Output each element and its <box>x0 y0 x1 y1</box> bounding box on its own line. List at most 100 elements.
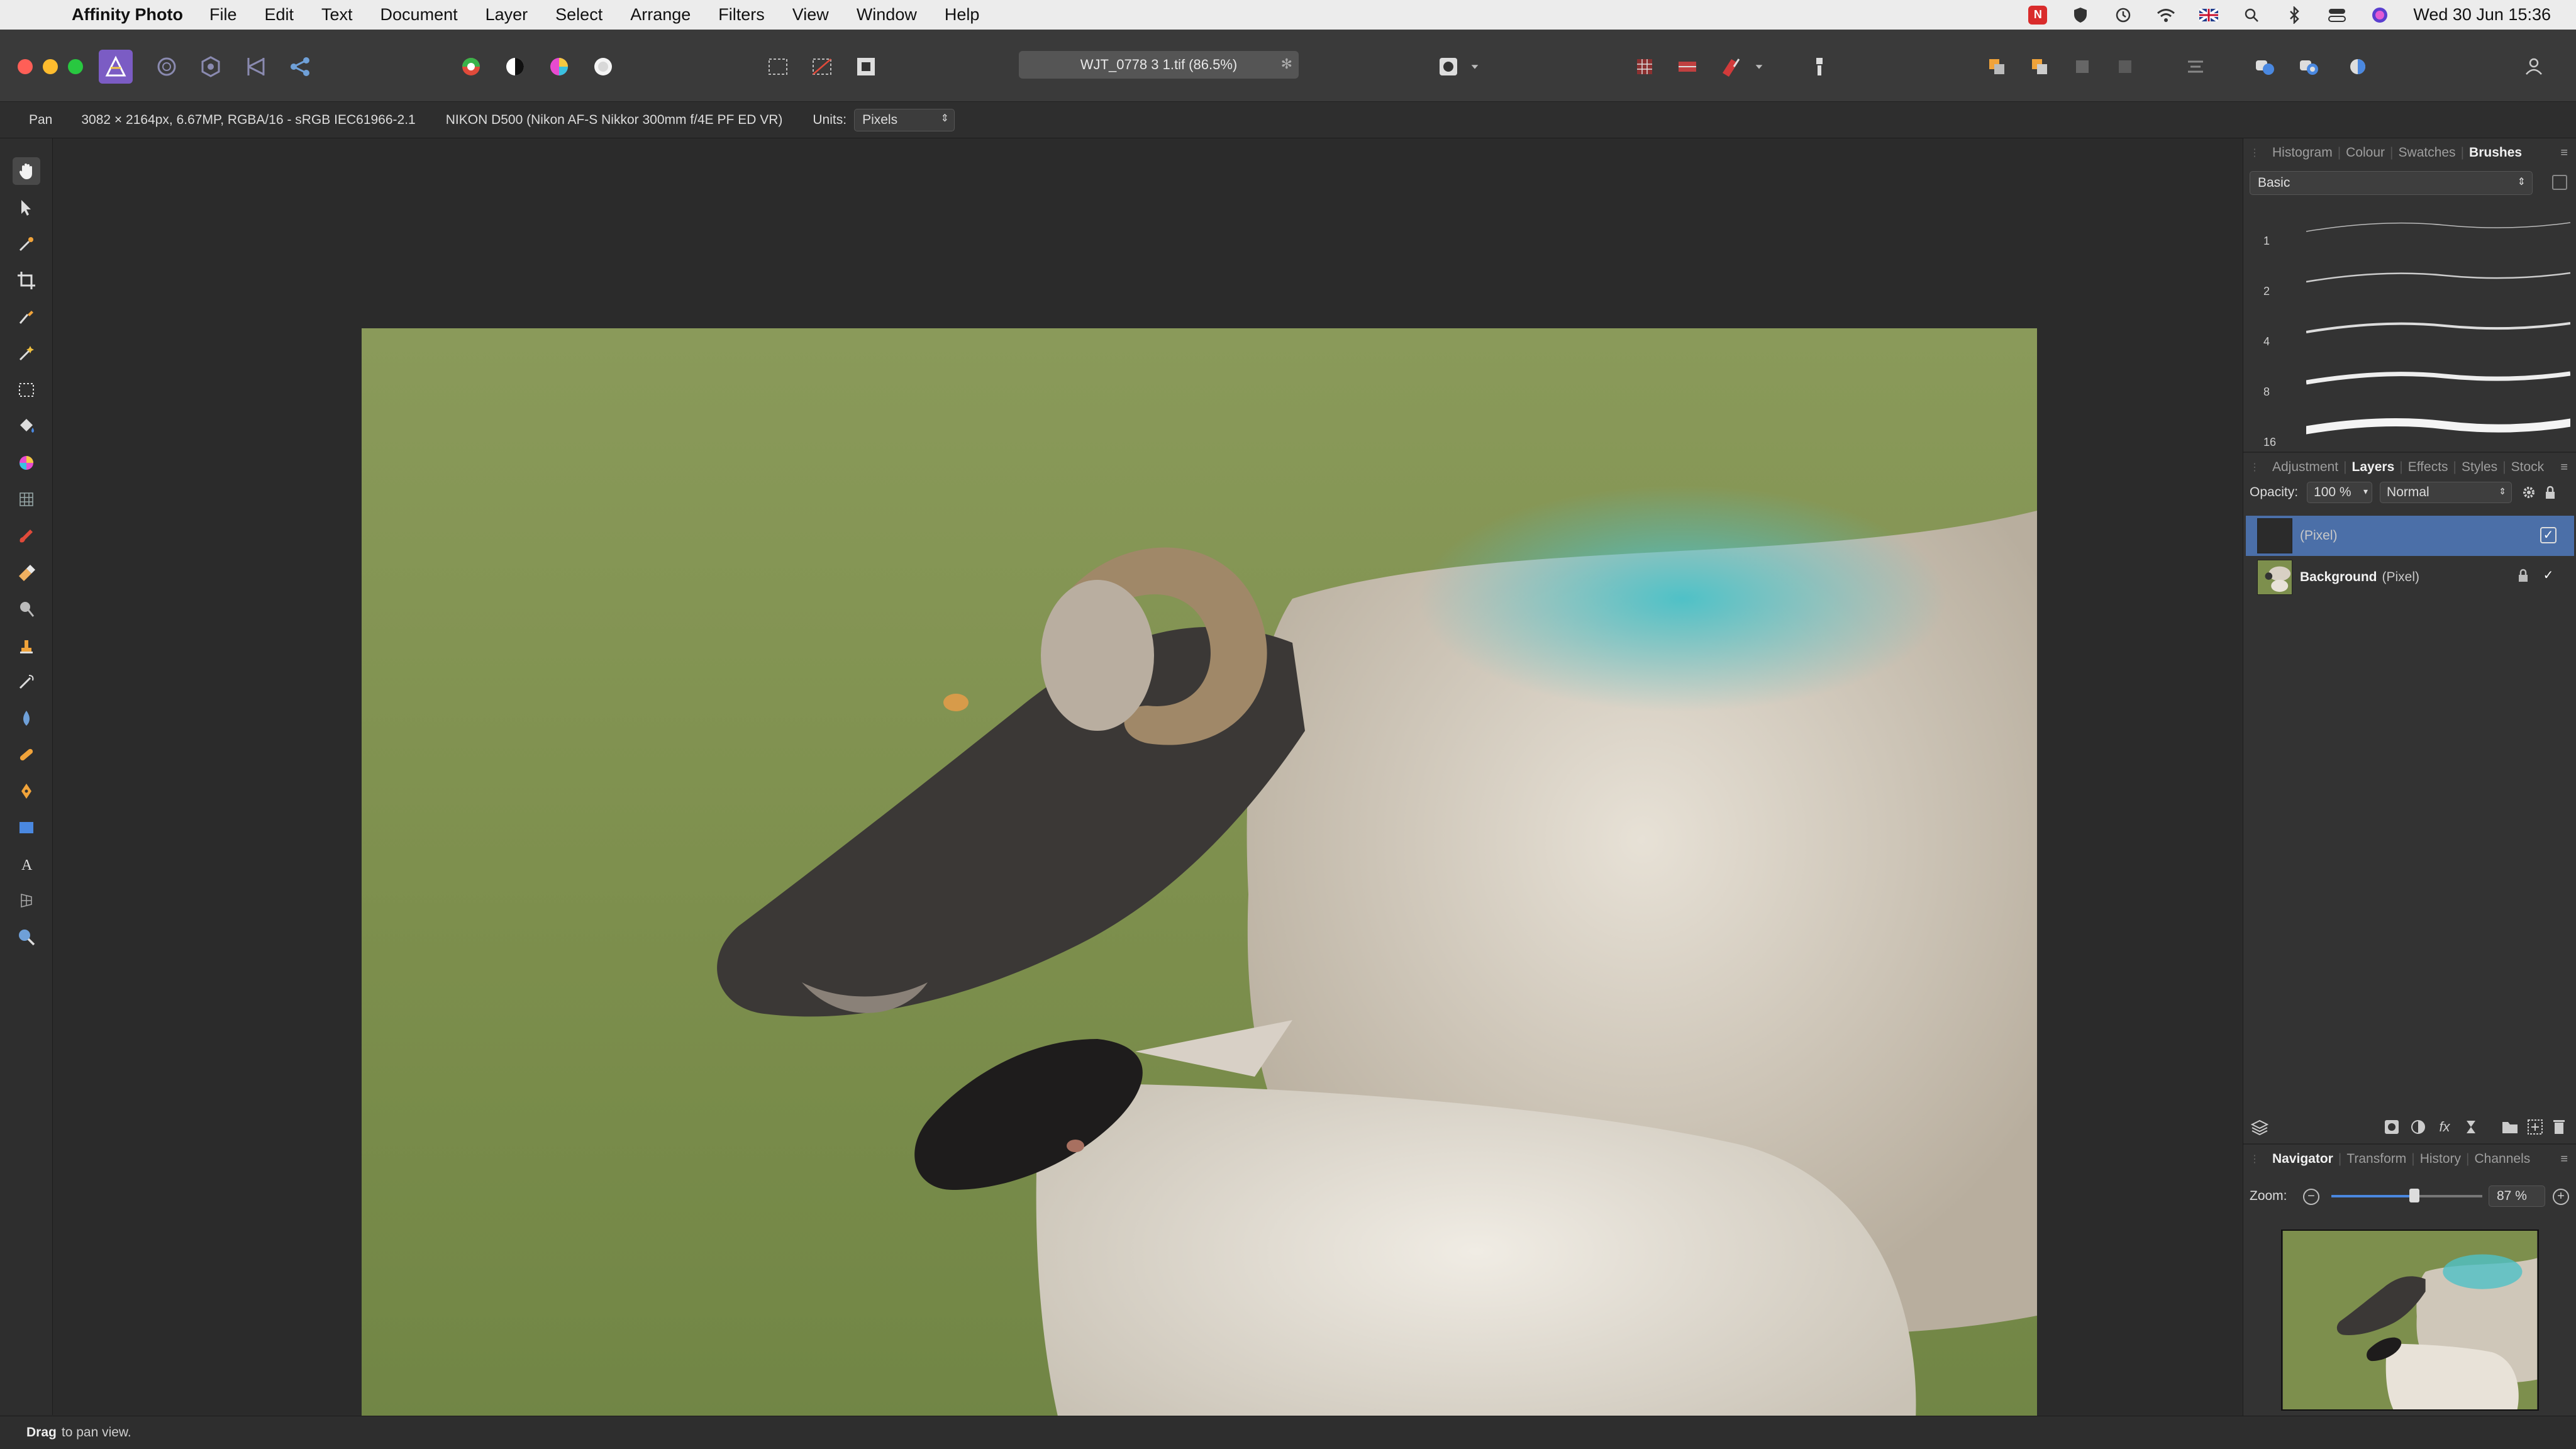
blend-mode-select[interactable]: Normal ⇕ <box>2380 482 2512 503</box>
grid-icon[interactable] <box>1628 50 1662 84</box>
menubar-clock[interactable]: Wed 30 Jun 15:36 <box>2413 5 2551 25</box>
flood-fill-icon[interactable] <box>13 413 40 440</box>
pen-tool-icon[interactable] <box>13 777 40 805</box>
export-persona-icon[interactable] <box>283 50 317 84</box>
folder-icon[interactable] <box>2501 1118 2519 1136</box>
account-icon[interactable] <box>2517 50 2551 84</box>
menu-help[interactable]: Help <box>945 5 980 25</box>
panel-grip-icon[interactable]: ⋮ <box>2250 147 2260 159</box>
blur-brush-icon[interactable] <box>13 704 40 732</box>
brush-preset[interactable]: 1 <box>2243 201 2576 252</box>
quick-mask-dropdown-icon[interactable] <box>1465 50 1484 84</box>
menu-arrange[interactable]: Arrange <box>630 5 691 25</box>
tab-history[interactable]: History <box>2420 1152 2461 1167</box>
layers-stack-icon[interactable] <box>2251 1118 2268 1136</box>
snapping-icon[interactable] <box>1670 50 1704 84</box>
adjustment-layer-icon[interactable] <box>2409 1118 2427 1136</box>
bluetooth-icon[interactable] <box>2285 6 2304 25</box>
perspective-tool-icon[interactable] <box>13 887 40 914</box>
live-filter-icon[interactable] <box>2462 1118 2480 1136</box>
navigator-preview[interactable] <box>2281 1230 2539 1411</box>
layer-row-pixel[interactable]: (Pixel) ✓ <box>2246 516 2574 556</box>
gradient-tool-icon[interactable] <box>13 449 40 477</box>
units-select[interactable]: Pixels ⇕ <box>854 108 955 131</box>
add-layer-icon[interactable] <box>2526 1118 2544 1136</box>
boolean-subtract-icon[interactable] <box>2292 50 2326 84</box>
rectangle-tool-icon[interactable] <box>13 814 40 841</box>
healing-brush-icon[interactable] <box>13 741 40 769</box>
auto-colours-icon[interactable] <box>542 50 576 84</box>
gear-icon[interactable] <box>2519 483 2538 502</box>
hand-tool-icon[interactable] <box>13 157 40 185</box>
arrange-front-icon[interactable] <box>2108 50 2142 84</box>
uk-flag-icon[interactable] <box>2199 6 2219 25</box>
brush-preset[interactable]: 2 <box>2243 252 2576 302</box>
selection-rect-icon[interactable] <box>761 50 795 84</box>
zoom-slider[interactable] <box>2331 1189 2482 1202</box>
selection-brush-icon[interactable] <box>13 303 40 331</box>
invert-selection-icon[interactable] <box>849 50 883 84</box>
mask-layer-icon[interactable] <box>2383 1118 2401 1136</box>
wifi-icon[interactable] <box>2157 6 2175 25</box>
window-close-button[interactable] <box>18 59 33 74</box>
brush-preset[interactable]: 16 <box>2243 402 2576 453</box>
flood-select-icon[interactable] <box>13 340 40 367</box>
search-icon[interactable] <box>2242 6 2261 25</box>
panel-grip-icon[interactable]: ⋮ <box>2250 461 2260 474</box>
magnet-snapping-icon[interactable] <box>1713 50 1747 84</box>
document-tab[interactable]: WJT_0778 3 1.tif (86.5%) ✻ <box>1019 51 1299 79</box>
zoom-tool-icon[interactable] <box>13 923 40 951</box>
panel-menu-icon[interactable]: ≡ <box>2560 460 2568 475</box>
arrange-forward-icon[interactable] <box>2065 50 2099 84</box>
zoom-out-icon[interactable]: − <box>2303 1189 2319 1205</box>
brush-options-icon[interactable] <box>2552 175 2567 190</box>
zoom-in-icon[interactable]: + <box>2553 1189 2569 1205</box>
tab-effects[interactable]: Effects <box>2408 460 2448 475</box>
app-name-menu[interactable]: Affinity Photo <box>72 5 183 25</box>
menu-window[interactable]: Window <box>857 5 917 25</box>
develop-persona-icon[interactable] <box>194 50 228 84</box>
menu-document[interactable]: Document <box>380 5 458 25</box>
menu-layer[interactable]: Layer <box>486 5 528 25</box>
app-alert-icon[interactable]: N <box>2028 5 2048 25</box>
dodge-tool-icon[interactable] <box>13 595 40 623</box>
auto-contrast-icon[interactable] <box>498 50 532 84</box>
erase-brush-icon[interactable] <box>13 558 40 586</box>
auto-white-balance-icon[interactable] <box>586 50 620 84</box>
menu-filters[interactable]: Filters <box>718 5 765 25</box>
crop-tool-icon[interactable] <box>13 267 40 294</box>
tab-brushes[interactable]: Brushes <box>2469 145 2522 160</box>
control-center-icon[interactable] <box>2328 6 2346 25</box>
siri-icon[interactable] <box>2370 6 2389 25</box>
lock-icon[interactable] <box>2518 569 2529 586</box>
snapping-dropdown-icon[interactable] <box>1750 50 1768 84</box>
mesh-warp-icon[interactable] <box>13 486 40 513</box>
panel-menu-icon[interactable]: ≡ <box>2560 1152 2568 1167</box>
panel-menu-icon[interactable]: ≡ <box>2560 146 2568 160</box>
menu-select[interactable]: Select <box>555 5 602 25</box>
photo-canvas[interactable] <box>362 328 2037 1449</box>
layer-row-background[interactable]: Background (Pixel) ✓ <box>2246 557 2574 597</box>
lock-icon[interactable] <box>2541 483 2560 502</box>
tab-adjustment[interactable]: Adjustment <box>2272 460 2338 475</box>
boolean-intersect-icon[interactable] <box>2341 50 2375 84</box>
zoom-value-field[interactable]: 87 % <box>2489 1185 2545 1207</box>
opacity-field[interactable]: 100 % ▾ <box>2307 482 2373 503</box>
menu-view[interactable]: View <box>792 5 829 25</box>
document-close-icon[interactable]: ✻ <box>1281 56 1292 72</box>
tab-channels[interactable]: Channels <box>2475 1152 2531 1167</box>
window-zoom-button[interactable] <box>68 59 83 74</box>
arrange-back-icon[interactable] <box>1980 50 2014 84</box>
window-minimize-button[interactable] <box>43 59 58 74</box>
photo-persona-icon[interactable] <box>99 50 133 84</box>
brush-category-select[interactable]: Basic ⇕ <box>2250 171 2533 195</box>
move-tool-icon[interactable] <box>13 194 40 221</box>
clone-tool-icon[interactable] <box>13 631 40 659</box>
smudge-tool-icon[interactable] <box>13 668 40 696</box>
liquify-persona-icon[interactable] <box>150 50 184 84</box>
text-tool-icon[interactable]: A <box>13 850 40 878</box>
shield-icon[interactable] <box>2071 6 2090 25</box>
alignment-icon[interactable] <box>2179 50 2212 84</box>
menu-edit[interactable]: Edit <box>264 5 294 25</box>
tab-stock[interactable]: Stock <box>2511 460 2545 475</box>
